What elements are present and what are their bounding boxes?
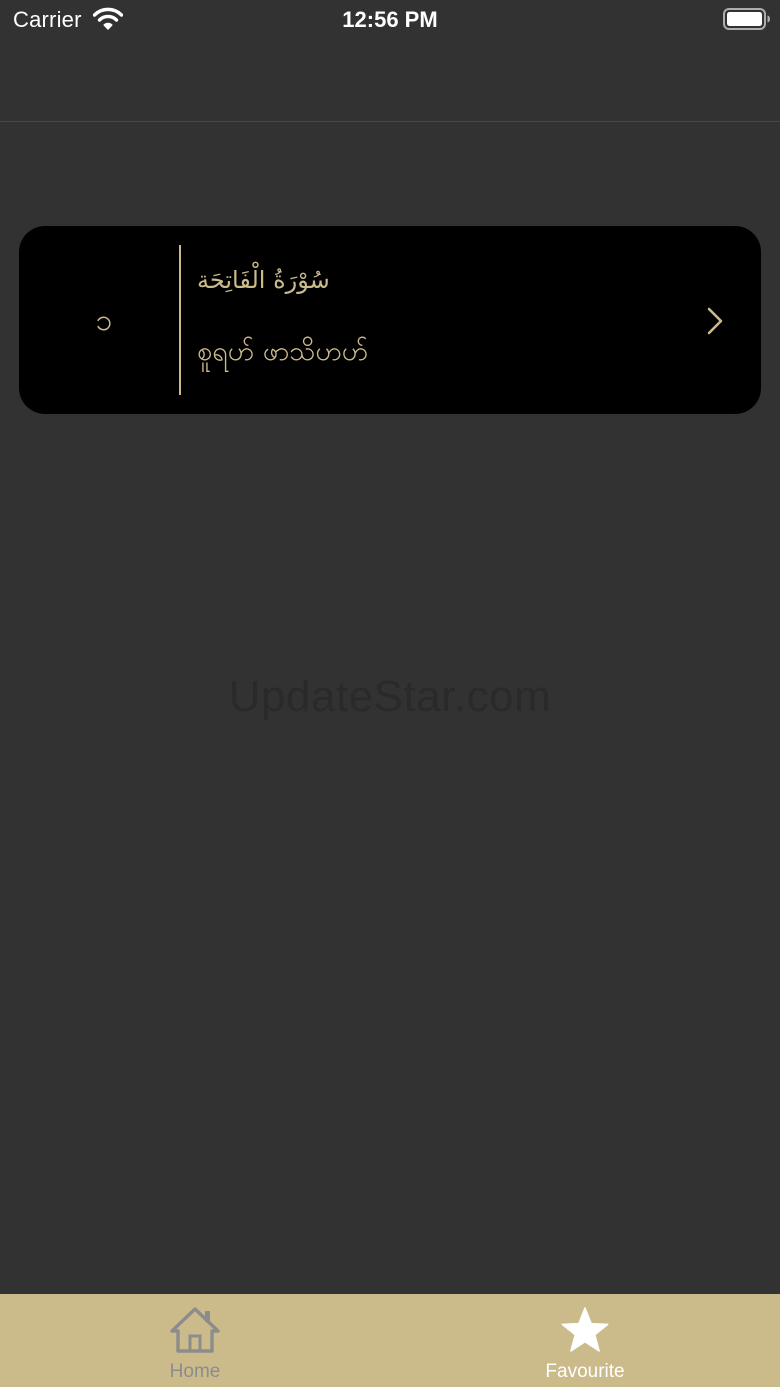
tab-bar: Home Favourite [0, 1294, 780, 1387]
chevron-right-icon [707, 307, 723, 335]
watermark: UpdateStar.com [228, 672, 552, 721]
battery-icon [723, 8, 770, 30]
card-divider [179, 245, 181, 395]
surah-transliteration: စူရဟ် ဖာသိဟဟ် [197, 336, 369, 367]
surah-number: ၁ [95, 303, 113, 338]
favourite-surah-card[interactable]: ၁ سُوْرَةُ الْفَاتِحَة စူရဟ် ဖာသိဟဟ် [19, 226, 761, 414]
navigation-bar [0, 40, 780, 122]
tab-home[interactable]: Home [0, 1294, 390, 1387]
status-time: 12:56 PM [342, 7, 438, 32]
tab-home-label: Home [169, 1361, 221, 1382]
home-icon [170, 1307, 220, 1353]
surah-arabic-name: سُوْرَةُ الْفَاتِحَة [197, 266, 330, 294]
star-icon [561, 1307, 609, 1352]
tab-favourite[interactable]: Favourite [390, 1294, 780, 1387]
tab-favourite-label: Favourite [545, 1361, 625, 1382]
status-bar: Carrier 12:56 PM [0, 0, 780, 40]
